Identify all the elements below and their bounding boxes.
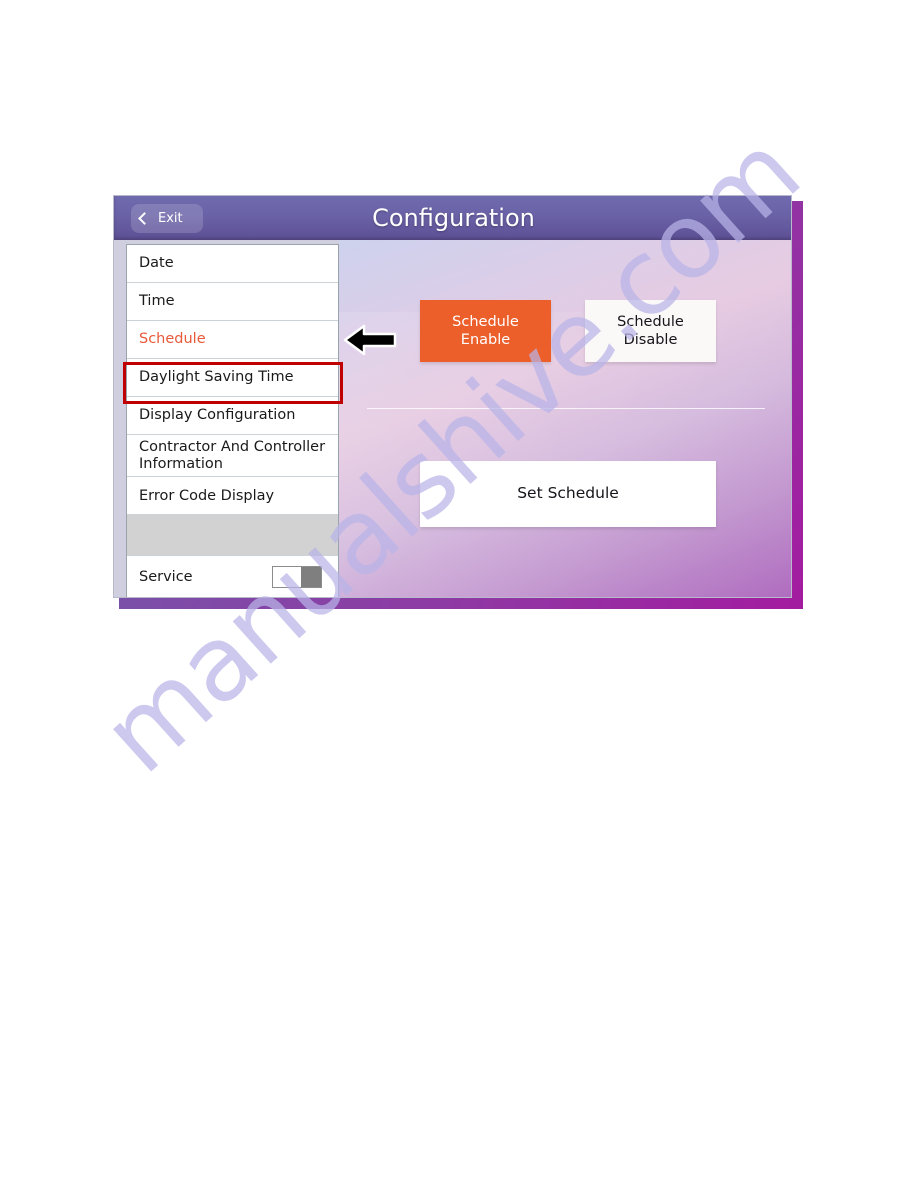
set-schedule-button[interactable]: Set Schedule [420,461,716,527]
service-toggle[interactable] [272,566,322,589]
menu-item-label: Schedule [139,331,206,348]
schedule-enable-label: Schedule Enable [452,313,519,349]
exit-button-label: Exit [158,211,183,226]
chevron-left-icon [138,212,151,225]
schedule-enable-button[interactable]: Schedule Enable [420,300,551,362]
menu-item-error-code-display[interactable]: Error Code Display [127,477,338,516]
menu-item-label: Contractor And Controller Information [139,439,326,472]
menu-item-label: Service [139,569,193,585]
content-pane: Schedule Enable Schedule Disable Set Sch… [339,240,791,597]
menu-item-time[interactable]: Time [127,283,338,321]
menu-item-label: Display Configuration [139,407,296,424]
menu-item-label: Date [139,255,174,272]
menu-item-schedule[interactable]: Schedule [127,321,338,359]
menu-item-empty [127,515,338,557]
menu-item-display-configuration[interactable]: Display Configuration [127,397,338,435]
page-title: Configuration [372,204,535,232]
menu-item-label: Daylight Saving Time [139,369,294,386]
schedule-enable-line2: Enable [460,332,511,348]
screen-body: Schedule Enable Schedule Disable Set Sch… [114,240,791,597]
menu-item-contractor-and-controller-information[interactable]: Contractor And Controller Information [127,435,338,478]
schedule-disable-line1: Schedule [617,313,684,330]
exit-button[interactable]: Exit [131,204,203,233]
menu-item-date[interactable]: Date [127,245,338,283]
menu-item-label: Time [139,293,175,310]
service-toggle-knob [273,567,301,588]
device-screen: Configuration Exit Schedule Enable Sched… [113,195,792,598]
menu-item-label: Error Code Display [139,487,275,504]
menu-item-daylight-saving-time[interactable]: Daylight Saving Time [127,359,338,397]
left-arrow-annotation-icon [343,324,397,356]
content-divider [367,408,765,409]
schedule-disable-label: Schedule Disable [617,313,684,349]
set-schedule-label: Set Schedule [517,484,619,503]
schedule-disable-line2: Disable [623,332,678,348]
schedule-disable-button[interactable]: Schedule Disable [585,300,716,362]
schedule-enable-line1: Schedule [452,313,519,330]
menu-item-service[interactable]: Service [127,556,338,597]
device-screenshot: Configuration Exit Schedule Enable Sched… [113,195,803,609]
configuration-menu: Date Time Schedule Daylight Saving Time … [126,244,339,597]
header-bar: Configuration Exit [114,196,791,240]
